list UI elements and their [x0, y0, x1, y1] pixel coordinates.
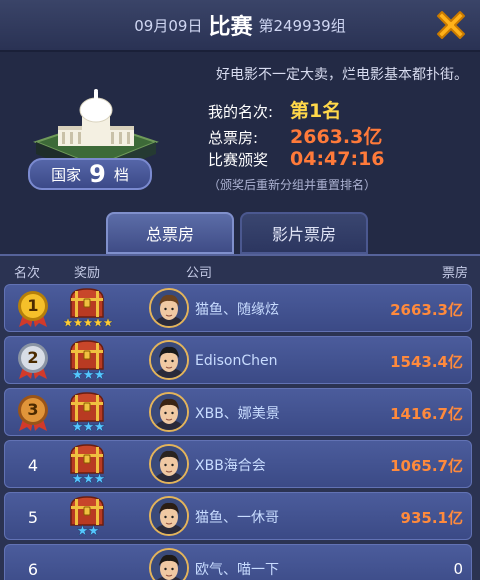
col-header-reward: 奖励 — [74, 266, 101, 281]
rank-number: 6 — [27, 559, 39, 579]
star-icon — [93, 317, 103, 328]
star-icon — [83, 317, 93, 328]
group-number: 第249939组 — [258, 16, 346, 35]
rank-number: 3 — [27, 399, 39, 419]
col-header-company: 公司 — [186, 266, 213, 281]
avatar — [149, 496, 189, 536]
company-name: 猫鱼、一休哥 — [195, 510, 279, 526]
table-row[interactable]: 3 XBB、娜美景 1416.7亿 — [4, 388, 472, 436]
col-header-box-office: 票房 — [441, 266, 468, 281]
box-office-amount: 1543.4亿 — [390, 352, 463, 371]
country-level: 9 — [89, 160, 106, 188]
star-icon — [73, 317, 83, 328]
reward-stars — [63, 317, 113, 329]
page-title: 比赛 — [208, 15, 253, 40]
star-icon — [93, 421, 105, 432]
star-icon — [82, 473, 94, 484]
star-icon — [77, 525, 88, 536]
tab-total-box-office[interactable]: 总票房 — [106, 212, 234, 254]
company-name: XBB海合会 — [195, 458, 266, 474]
close-button[interactable] — [430, 4, 472, 46]
star-icon — [88, 525, 99, 536]
box-office-amount: 0 — [453, 560, 463, 578]
star-icon — [82, 421, 94, 432]
box-office-amount: 2663.3亿 — [390, 300, 463, 319]
treasure-chest-icon — [67, 443, 107, 475]
ranking-table: 名次 奖励 公司 票房 1 猫鱼、随缘炫 2663.3亿 2 EdisonChen 154… — [0, 254, 480, 580]
stats-panel: 我的名次: 第1名 总票房: 2663.3亿 比赛颁奖 04:47:16 （颁奖… — [208, 96, 385, 193]
star-icon — [71, 473, 83, 484]
rank-number: 5 — [27, 507, 39, 527]
reward-stars — [63, 525, 113, 537]
table-row[interactable]: 6 欧气、喵一下 0 — [4, 544, 472, 580]
box-office-row: 总票房: 2663.3亿 — [208, 122, 385, 148]
reward-stars — [63, 421, 113, 433]
reward-stars — [63, 369, 113, 381]
slogan-text: 好电影不一定大卖，烂电影基本都扑街。 — [216, 67, 468, 83]
rank-value: 第1名 — [290, 100, 342, 122]
star-icon — [63, 317, 73, 328]
table-row[interactable]: 1 猫鱼、随缘炫 2663.3亿 — [4, 284, 472, 332]
avatar — [149, 444, 189, 484]
avatar — [149, 288, 189, 328]
award-label: 比赛颁奖 — [208, 151, 269, 169]
treasure-chest-icon — [67, 339, 107, 371]
award-countdown: 04:47:16 — [290, 148, 385, 170]
treasure-chest-icon — [67, 391, 107, 423]
company-name: 欧气、喵一下 — [195, 562, 279, 578]
star-icon — [93, 369, 105, 380]
rank-number: 4 — [27, 455, 39, 475]
header-bar: 09月09日 比赛 第249939组 — [0, 0, 480, 52]
box-office-amount: 1416.7亿 — [390, 404, 463, 423]
table-row[interactable]: 4 XBB海合会 1065.7亿 — [4, 440, 472, 488]
country-suffix: 档 — [113, 165, 129, 184]
box-office-value: 2663.3亿 — [290, 126, 383, 148]
box-office-amount: 935.1亿 — [400, 508, 463, 527]
tab-movie-box-office[interactable]: 影片票房 — [240, 212, 368, 254]
rank-row: 我的名次: 第1名 — [208, 96, 385, 122]
reward-stars — [63, 473, 113, 485]
star-icon — [103, 317, 113, 328]
company-name: XBB、娜美景 — [195, 406, 280, 422]
rank-number: 2 — [27, 347, 39, 367]
star-icon — [82, 369, 94, 380]
star-icon — [71, 421, 83, 432]
award-note: （颁奖后重新分组并重置排名） — [208, 178, 377, 192]
company-name: EdisonChen — [195, 353, 278, 369]
close-icon — [437, 11, 465, 39]
star-icon — [71, 369, 83, 380]
treasure-chest-icon — [67, 495, 107, 527]
star-icon — [93, 473, 105, 484]
box-office-amount: 1065.7亿 — [390, 456, 463, 475]
treasure-chest-icon — [67, 287, 107, 319]
col-header-rank: 名次 — [14, 266, 41, 281]
avatar — [149, 340, 189, 380]
country-prefix: 国家 — [51, 165, 82, 184]
table-row[interactable]: 2 EdisonChen 1543.4亿 — [4, 336, 472, 384]
rank-label: 我的名次: — [208, 103, 274, 121]
rank-number: 1 — [27, 295, 39, 315]
award-row: 比赛颁奖 04:47:16 — [208, 148, 385, 174]
table-row[interactable]: 5 猫鱼、一休哥 935.1亿 — [4, 492, 472, 540]
match-date: 09月09日 — [134, 16, 203, 35]
company-name: 猫鱼、随缘炫 — [195, 302, 279, 318]
avatar — [149, 392, 189, 432]
avatar — [149, 548, 189, 580]
box-office-label: 总票房: — [208, 129, 259, 147]
country-level-label: 国家 9 档 — [28, 158, 152, 190]
